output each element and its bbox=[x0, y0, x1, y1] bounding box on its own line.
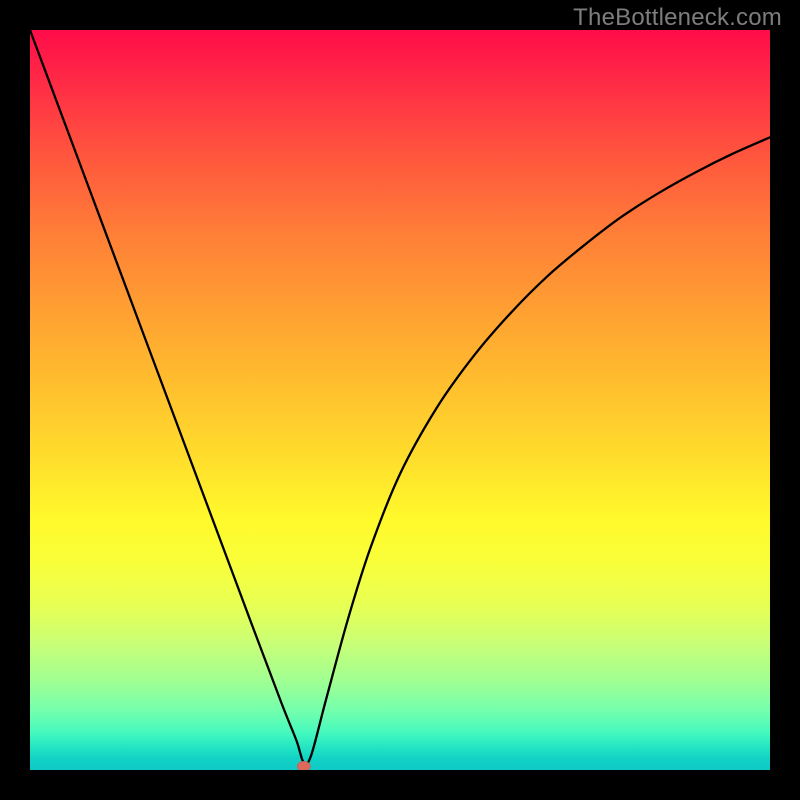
bottleneck-curve bbox=[30, 30, 770, 764]
watermark-text: TheBottleneck.com bbox=[573, 4, 782, 32]
curve-svg bbox=[30, 30, 770, 770]
optimal-point-marker bbox=[297, 761, 310, 770]
chart-frame: TheBottleneck.com bbox=[0, 0, 800, 800]
plot-area bbox=[30, 30, 770, 770]
